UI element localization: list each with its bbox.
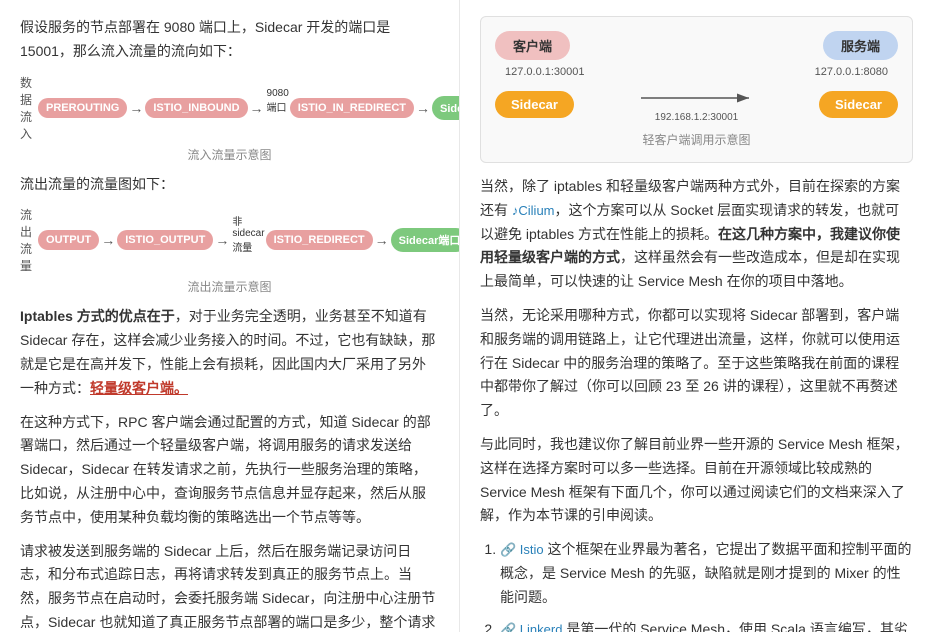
istio-inbound-box: ISTIO_INBOUND	[145, 98, 247, 118]
right-para2: 当然，无论采用哪种方式，你都可以实现将 Sidecar 部署到，客户端和服务端的…	[480, 304, 913, 423]
right-para1: 当然，除了 iptables 和轻量级客户端两种方式外，目前在探索的方案还有 ♪…	[480, 175, 913, 294]
istio-in-redirect-box: ISTIO_IN_REDIRECT	[290, 98, 414, 118]
list-item-istio: 🔗 Istio 这个框架在业界最为著名，它提出了数据平面和控制平面的概念，是 S…	[500, 538, 913, 609]
client-box: 客户端	[495, 31, 570, 60]
inflow-label: 数据流入	[20, 74, 32, 142]
right-panel: 客户端 服务端 127.0.0.1:30001 127.0.0.1:8080 S…	[460, 0, 933, 632]
sidecar-row: Sidecar 192.168.1.2:30001 Sidecar	[495, 86, 898, 123]
arrow2: →	[250, 100, 264, 116]
inflow-caption: 流入流量示意图	[20, 146, 439, 163]
server-addr: 127.0.0.1:8080	[815, 66, 888, 78]
arrow6: →	[375, 232, 389, 248]
non-sidecar-label: 非sidecar流量	[232, 213, 264, 254]
port-9080: 9080端口	[267, 88, 289, 114]
outflow-diagram: 流出流量 OUTPUT → ISTIO_OUTPUT → 非sidecar流量 …	[20, 206, 439, 274]
connection-arrow-svg	[637, 86, 757, 110]
client-addr: 127.0.0.1:30001	[505, 66, 585, 78]
sidecar-left: Sidecar	[495, 91, 574, 118]
network-diagram: 客户端 服务端 127.0.0.1:30001 127.0.0.1:8080 S…	[480, 16, 913, 163]
iptables-section: Iptables 方式的优点在于，对于业务完全透明，业务甚至不知道有 Sidec…	[20, 305, 439, 400]
sidecar-right: Sidecar	[819, 91, 898, 118]
middle-addr: 192.168.1.2:30001	[655, 112, 738, 123]
outflow-caption: 流出流量示意图	[20, 278, 439, 295]
arrow4: →	[101, 232, 115, 248]
nd-top-row: 客户端 服务端	[495, 31, 898, 60]
rpc-section-text: 在这种方式下，RPC 客户端会通过配置的方式，知道 Sidecar 的部署端口，…	[20, 411, 439, 530]
outflow-intro: 流出流量的流量图如下：	[20, 173, 439, 197]
prerouting-box: PREROUTING	[38, 98, 127, 118]
resource-list: 🔗 Istio 这个框架在业界最为著名，它提出了数据平面和控制平面的概念，是 S…	[480, 538, 913, 632]
lightweight-client-label: 轻量级客户端。	[90, 380, 188, 396]
arrow5: →	[215, 232, 229, 248]
addr-row: 127.0.0.1:30001 127.0.0.1:8080	[495, 66, 898, 78]
linkerd-link[interactable]: 🔗 Linkerd	[500, 622, 562, 632]
arrow1: →	[129, 100, 143, 116]
sidecar-section-text: 请求被发送到服务端的 Sidecar 上后，然后在服务端记录访问日志，和分布式追…	[20, 540, 439, 632]
arrow3: →	[416, 100, 430, 116]
recommendation-bold: 在这几种方案中，我建议你使用轻量级客户端的方式	[480, 226, 900, 266]
nd-caption: 轻客户端调用示意图	[495, 131, 898, 148]
istio-redirect-box: ISTIO_REDIRECT	[266, 230, 373, 250]
iptables-bold: Iptables 方式的优点在于	[20, 308, 175, 324]
outflow-label: 流出流量	[20, 206, 32, 274]
output-box: OUTPUT	[38, 230, 99, 250]
sidecar-inbound-box: Sidecar端口	[432, 96, 460, 120]
cilium-link[interactable]: ♪Cilium	[512, 203, 555, 218]
right-para3: 与此同时，我也建议你了解目前业界一些开源的 Service Mesh 框架，这样…	[480, 433, 913, 528]
left-panel: 假设服务的节点部署在 9080 端口上，Sidecar 开发的端口是 15001…	[0, 0, 460, 632]
intro-text: 假设服务的节点部署在 9080 端口上，Sidecar 开发的端口是 15001…	[20, 16, 439, 64]
inflow-diagram: 数据流入 PREROUTING → ISTIO_INBOUND → 9080端口…	[20, 74, 439, 142]
nd-arrow-line: 192.168.1.2:30001	[574, 86, 819, 123]
istio-output-box: ISTIO_OUTPUT	[117, 230, 213, 250]
list-item-linkerd: 🔗 Linkerd 是第一代的 Service Mesh，使用 Scala 语言…	[500, 618, 913, 632]
sidecar-outbound-box: Sidecar端口	[391, 228, 460, 252]
server-box: 服务端	[823, 31, 898, 60]
istio-link[interactable]: 🔗 Istio	[500, 542, 544, 557]
